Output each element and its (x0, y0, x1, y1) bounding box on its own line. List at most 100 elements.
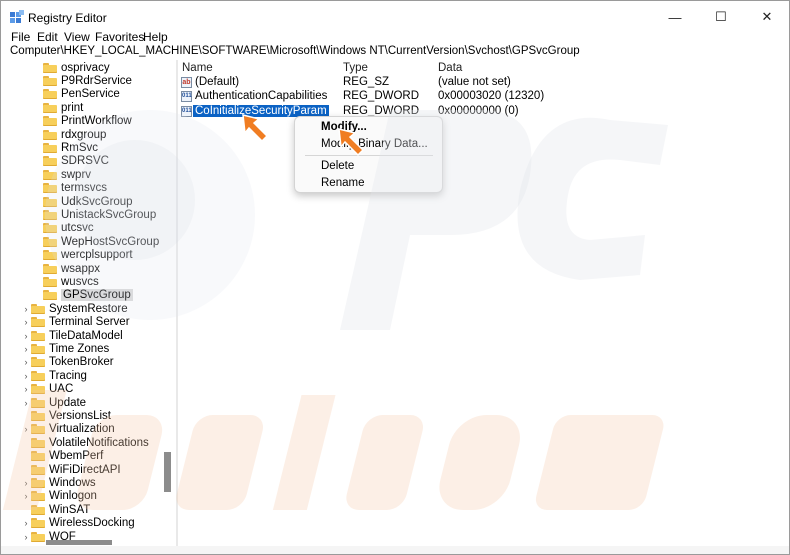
expand-chevron-icon[interactable]: › (21, 331, 31, 341)
folder-icon (43, 62, 57, 73)
menu-view[interactable]: View (64, 30, 90, 44)
tree-node[interactable]: VolatileNotifications (21, 436, 149, 449)
folder-icon (31, 410, 45, 421)
column-header-name[interactable]: Name (182, 62, 213, 74)
folder-icon (43, 102, 57, 113)
key-tree[interactable]: osprivacy P9RdrService PenService print Prin… (6, 60, 174, 546)
tree-node[interactable]: wsappx (43, 262, 100, 275)
folder-icon (43, 169, 57, 180)
expand-chevron-icon[interactable]: › (21, 344, 31, 354)
pointer-arrow-icon (242, 114, 269, 143)
expand-chevron-icon[interactable]: › (21, 491, 31, 501)
menu-edit[interactable]: Edit (37, 30, 58, 44)
tree-node-label: P9RdrService (61, 74, 132, 87)
tree-node[interactable]: PenService (43, 88, 120, 101)
tree-node[interactable]: termsvcs (43, 182, 107, 195)
tree-node-label: rdxgroup (61, 128, 107, 141)
tree-node[interactable]: › Tracing (21, 369, 87, 382)
tree-node[interactable]: WepHostSvcGroup (43, 235, 159, 248)
expand-chevron-icon[interactable]: › (21, 357, 31, 367)
tree-node-label: GPSvcGroup (61, 289, 133, 302)
pointer-arrow-icon (338, 128, 365, 157)
tree-node[interactable]: › SystemRestore (21, 302, 128, 315)
expand-chevron-icon[interactable]: › (21, 304, 31, 314)
folder-icon (31, 330, 45, 341)
tree-node[interactable]: › Update (21, 396, 87, 409)
tree-horizontal-scrollbar[interactable] (6, 538, 163, 546)
tree-vertical-scrollbar[interactable] (164, 60, 174, 533)
folder-icon (43, 183, 57, 194)
tree-node[interactable]: WbemPerf (21, 450, 103, 463)
tree-node[interactable]: wercplsupport (43, 249, 133, 262)
folder-icon (43, 89, 57, 100)
value-type: REG_DWORD (343, 90, 420, 103)
folder-icon (43, 129, 57, 140)
tree-node[interactable]: › Virtualization (21, 423, 115, 436)
tree-node[interactable]: print (43, 101, 83, 114)
expand-chevron-icon[interactable]: › (21, 317, 31, 327)
context-menu-rename[interactable]: Rename (321, 177, 364, 189)
expand-chevron-icon[interactable]: › (21, 398, 31, 408)
value-row[interactable]: 011 AuthenticationCapabilities REG_DWORD 0x… (178, 90, 778, 104)
tree-node[interactable]: wusvcs (43, 275, 99, 288)
expand-chevron-icon[interactable]: › (21, 384, 31, 394)
folder-icon (43, 250, 57, 261)
tree-node-label: UnistackSvcGroup (61, 208, 157, 221)
context-menu-delete[interactable]: Delete (321, 160, 354, 172)
tree-node[interactable]: UnistackSvcGroup (43, 208, 156, 221)
column-header-data[interactable]: Data (438, 62, 462, 74)
tree-node-label: Virtualization (49, 423, 115, 436)
tree-node[interactable]: › Windows (21, 476, 96, 489)
folder-icon (31, 504, 45, 515)
folder-icon (31, 437, 45, 448)
scroll-thumb[interactable] (46, 540, 112, 545)
menu-file[interactable]: File (11, 30, 30, 44)
tree-node[interactable]: › TokenBroker (21, 356, 114, 369)
tree-node[interactable]: GPSvcGroup (43, 289, 133, 302)
tree-node[interactable]: PrintWorkflow (43, 115, 132, 128)
tree-node[interactable]: VersionsList (21, 409, 111, 422)
expand-chevron-icon[interactable]: › (21, 518, 31, 528)
tree-node[interactable]: › TileDataModel (21, 329, 123, 342)
tree-node-label: utcsvc (61, 222, 94, 235)
tree-node[interactable]: WiFiDirectAPI (21, 463, 121, 476)
tree-node-label: WinSAT (49, 503, 91, 516)
folder-icon (43, 290, 57, 301)
tree-node-label: Winlogon (49, 490, 97, 503)
tree-node[interactable]: osprivacy (43, 61, 110, 74)
folder-icon (43, 75, 57, 86)
tree-node[interactable]: SDRSVC (43, 155, 109, 168)
tree-node-label: termsvcs (61, 182, 107, 195)
string-value-icon: ab (181, 77, 192, 88)
tree-node[interactable]: UdkSvcGroup (43, 195, 133, 208)
folder-icon (31, 451, 45, 462)
tree-node[interactable]: › Winlogon (21, 490, 97, 503)
expand-chevron-icon[interactable]: › (21, 371, 31, 381)
tree-node-label: SystemRestore (49, 302, 128, 315)
value-row[interactable]: ab (Default) REG_SZ (value not set) (178, 76, 778, 90)
column-header-type[interactable]: Type (343, 62, 368, 74)
expand-chevron-icon[interactable]: › (21, 478, 31, 488)
folder-icon (31, 424, 45, 435)
tree-node[interactable]: › Time Zones (21, 342, 110, 355)
address-bar[interactable]: Computer\HKEY_LOCAL_MACHINE\SOFTWARE\Mic… (1, 45, 789, 60)
tree-node-label: Terminal Server (49, 316, 130, 329)
expand-chevron-icon[interactable]: › (21, 424, 31, 434)
tree-node-label: wercplsupport (61, 249, 133, 262)
tree-node[interactable]: WinSAT (21, 503, 90, 516)
tree-node[interactable]: › WirelessDocking (21, 517, 135, 530)
value-data: (value not set) (438, 76, 511, 88)
tree-node[interactable]: › UAC (21, 383, 74, 396)
tree-node[interactable]: RmSvc (43, 141, 98, 154)
folder-icon (31, 370, 45, 381)
tree-node[interactable]: P9RdrService (43, 74, 132, 87)
tree-node-label: TokenBroker (49, 356, 114, 369)
tree-node[interactable]: rdxgroup (43, 128, 106, 141)
tree-node[interactable]: › Terminal Server (21, 316, 130, 329)
tree-node[interactable]: utcsvc (43, 222, 94, 235)
tree-node[interactable]: swprv (43, 168, 91, 181)
menu-help[interactable]: Help (143, 30, 168, 44)
tree-node-label: WbemPerf (49, 450, 104, 463)
menu-favorites[interactable]: Favorites (95, 30, 144, 44)
scroll-thumb[interactable] (164, 452, 171, 492)
